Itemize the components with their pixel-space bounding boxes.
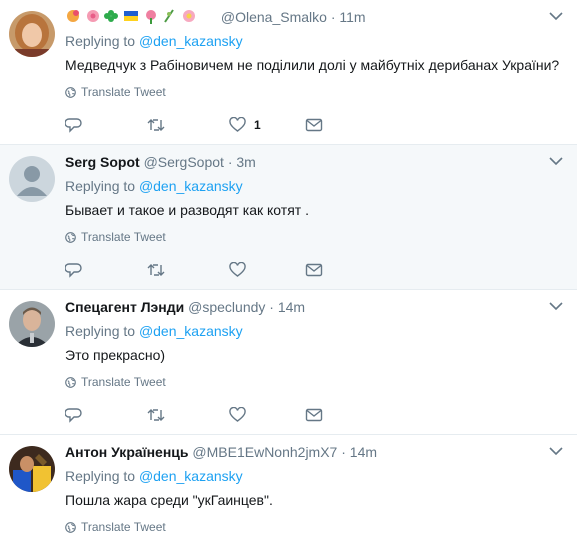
translate-label[interactable]: Translate Tweet	[81, 519, 166, 535]
user-handle[interactable]: @speclundy	[188, 299, 265, 315]
reply-button[interactable]	[65, 262, 82, 278]
replying-to-label: Replying to	[65, 33, 136, 49]
timestamp[interactable]: 3m	[236, 154, 255, 170]
translate-tweet-link[interactable]: Translate Tweet	[65, 519, 567, 535]
like-button[interactable]	[229, 407, 254, 423]
mention-link[interactable]: @den_kazansky	[139, 323, 243, 339]
tweet-text: Это прекрасно)	[65, 347, 166, 363]
direct-message-button[interactable]	[305, 407, 323, 423]
translate-tweet-link[interactable]: Translate Tweet	[65, 374, 567, 390]
tweet-text: Бывает и такое и разводят как котят .	[65, 202, 309, 218]
display-name[interactable]: Serg Sopot	[65, 154, 140, 170]
replying-to-label: Replying to	[65, 468, 136, 484]
replying-to: Replying to @den_kazansky	[65, 32, 567, 50]
reply-icon	[65, 408, 82, 423]
separator-dot: ·	[227, 154, 233, 170]
tweet-item[interactable]: Антон Україненць @MBE1EwNonh2jmX7 · 14m …	[0, 435, 577, 541]
reply-icon	[65, 263, 82, 278]
direct-message-button[interactable]	[305, 262, 323, 278]
retweet-button[interactable]	[147, 262, 165, 278]
like-icon	[229, 117, 246, 132]
reply-button[interactable]	[65, 407, 82, 423]
tweet-item[interactable]: Serg Sopot @SergSopot · 3m Replying to @…	[0, 145, 577, 290]
retweet-icon	[147, 409, 165, 421]
user-handle[interactable]: @Olena_Smalko	[221, 9, 327, 25]
replying-to: Replying to @den_kazansky	[65, 467, 567, 485]
translate-label[interactable]: Translate Tweet	[81, 374, 166, 390]
avatar[interactable]	[9, 301, 55, 347]
like-button[interactable]: 1	[229, 117, 261, 133]
mention-link[interactable]: @den_kazansky	[139, 178, 243, 194]
like-count: 1	[254, 118, 261, 132]
globe-icon	[65, 376, 76, 388]
translate-tweet-link[interactable]: Translate Tweet	[65, 229, 567, 245]
emoji-icons	[65, 8, 217, 26]
translate-label[interactable]: Translate Tweet	[81, 84, 166, 100]
globe-icon	[65, 521, 76, 533]
retweet-icon	[147, 264, 165, 276]
message-icon	[305, 263, 323, 277]
message-icon	[305, 118, 323, 132]
tweet-text: Пошла жара среди "укГаинцев".	[65, 492, 273, 508]
retweet-button[interactable]	[147, 117, 165, 133]
replying-to-label: Replying to	[65, 323, 136, 339]
replying-to: Replying to @den_kazansky	[65, 177, 567, 195]
avatar[interactable]	[9, 446, 55, 492]
timestamp[interactable]: 11m	[339, 9, 365, 25]
timestamp[interactable]: 14m	[278, 299, 305, 315]
reply-icon	[65, 118, 82, 133]
retweet-icon	[147, 119, 165, 131]
display-name[interactable]: Антон Україненць	[65, 444, 189, 460]
separator-dot: ·	[330, 9, 336, 25]
like-button[interactable]	[229, 262, 254, 278]
translate-tweet-link[interactable]: Translate Tweet	[65, 84, 567, 100]
like-icon	[229, 407, 246, 422]
timestamp[interactable]: 14m	[350, 444, 377, 460]
avatar[interactable]	[9, 156, 55, 202]
display-name[interactable]: Спецагент Лэнди	[65, 299, 184, 315]
separator-dot: ·	[341, 444, 346, 460]
direct-message-button[interactable]	[305, 117, 323, 133]
retweet-button[interactable]	[147, 407, 165, 423]
user-handle[interactable]: @SergSopot	[144, 154, 224, 170]
translate-label[interactable]: Translate Tweet	[81, 229, 166, 245]
mention-link[interactable]: @den_kazansky	[139, 33, 243, 49]
like-icon	[229, 262, 246, 277]
user-handle[interactable]: @MBE1EwNonh2jmX7	[192, 444, 337, 460]
avatar[interactable]	[9, 11, 55, 57]
message-icon	[305, 408, 323, 422]
reply-button[interactable]	[65, 117, 82, 133]
separator-dot: ·	[269, 299, 274, 315]
tweet-text: Медведчук з Рабіновичем не поділили долі…	[65, 57, 560, 73]
globe-icon	[65, 86, 76, 98]
replying-to-label: Replying to	[65, 178, 136, 194]
globe-icon	[65, 231, 76, 243]
mention-link[interactable]: @den_kazansky	[139, 468, 243, 484]
tweet-item[interactable]: Спецагент Лэнди @speclundy · 14m Replyin…	[0, 290, 577, 435]
tweet-item[interactable]: @Olena_Smalko · 11m Replying to @den_kaz…	[0, 0, 577, 145]
replying-to: Replying to @den_kazansky	[65, 322, 567, 340]
